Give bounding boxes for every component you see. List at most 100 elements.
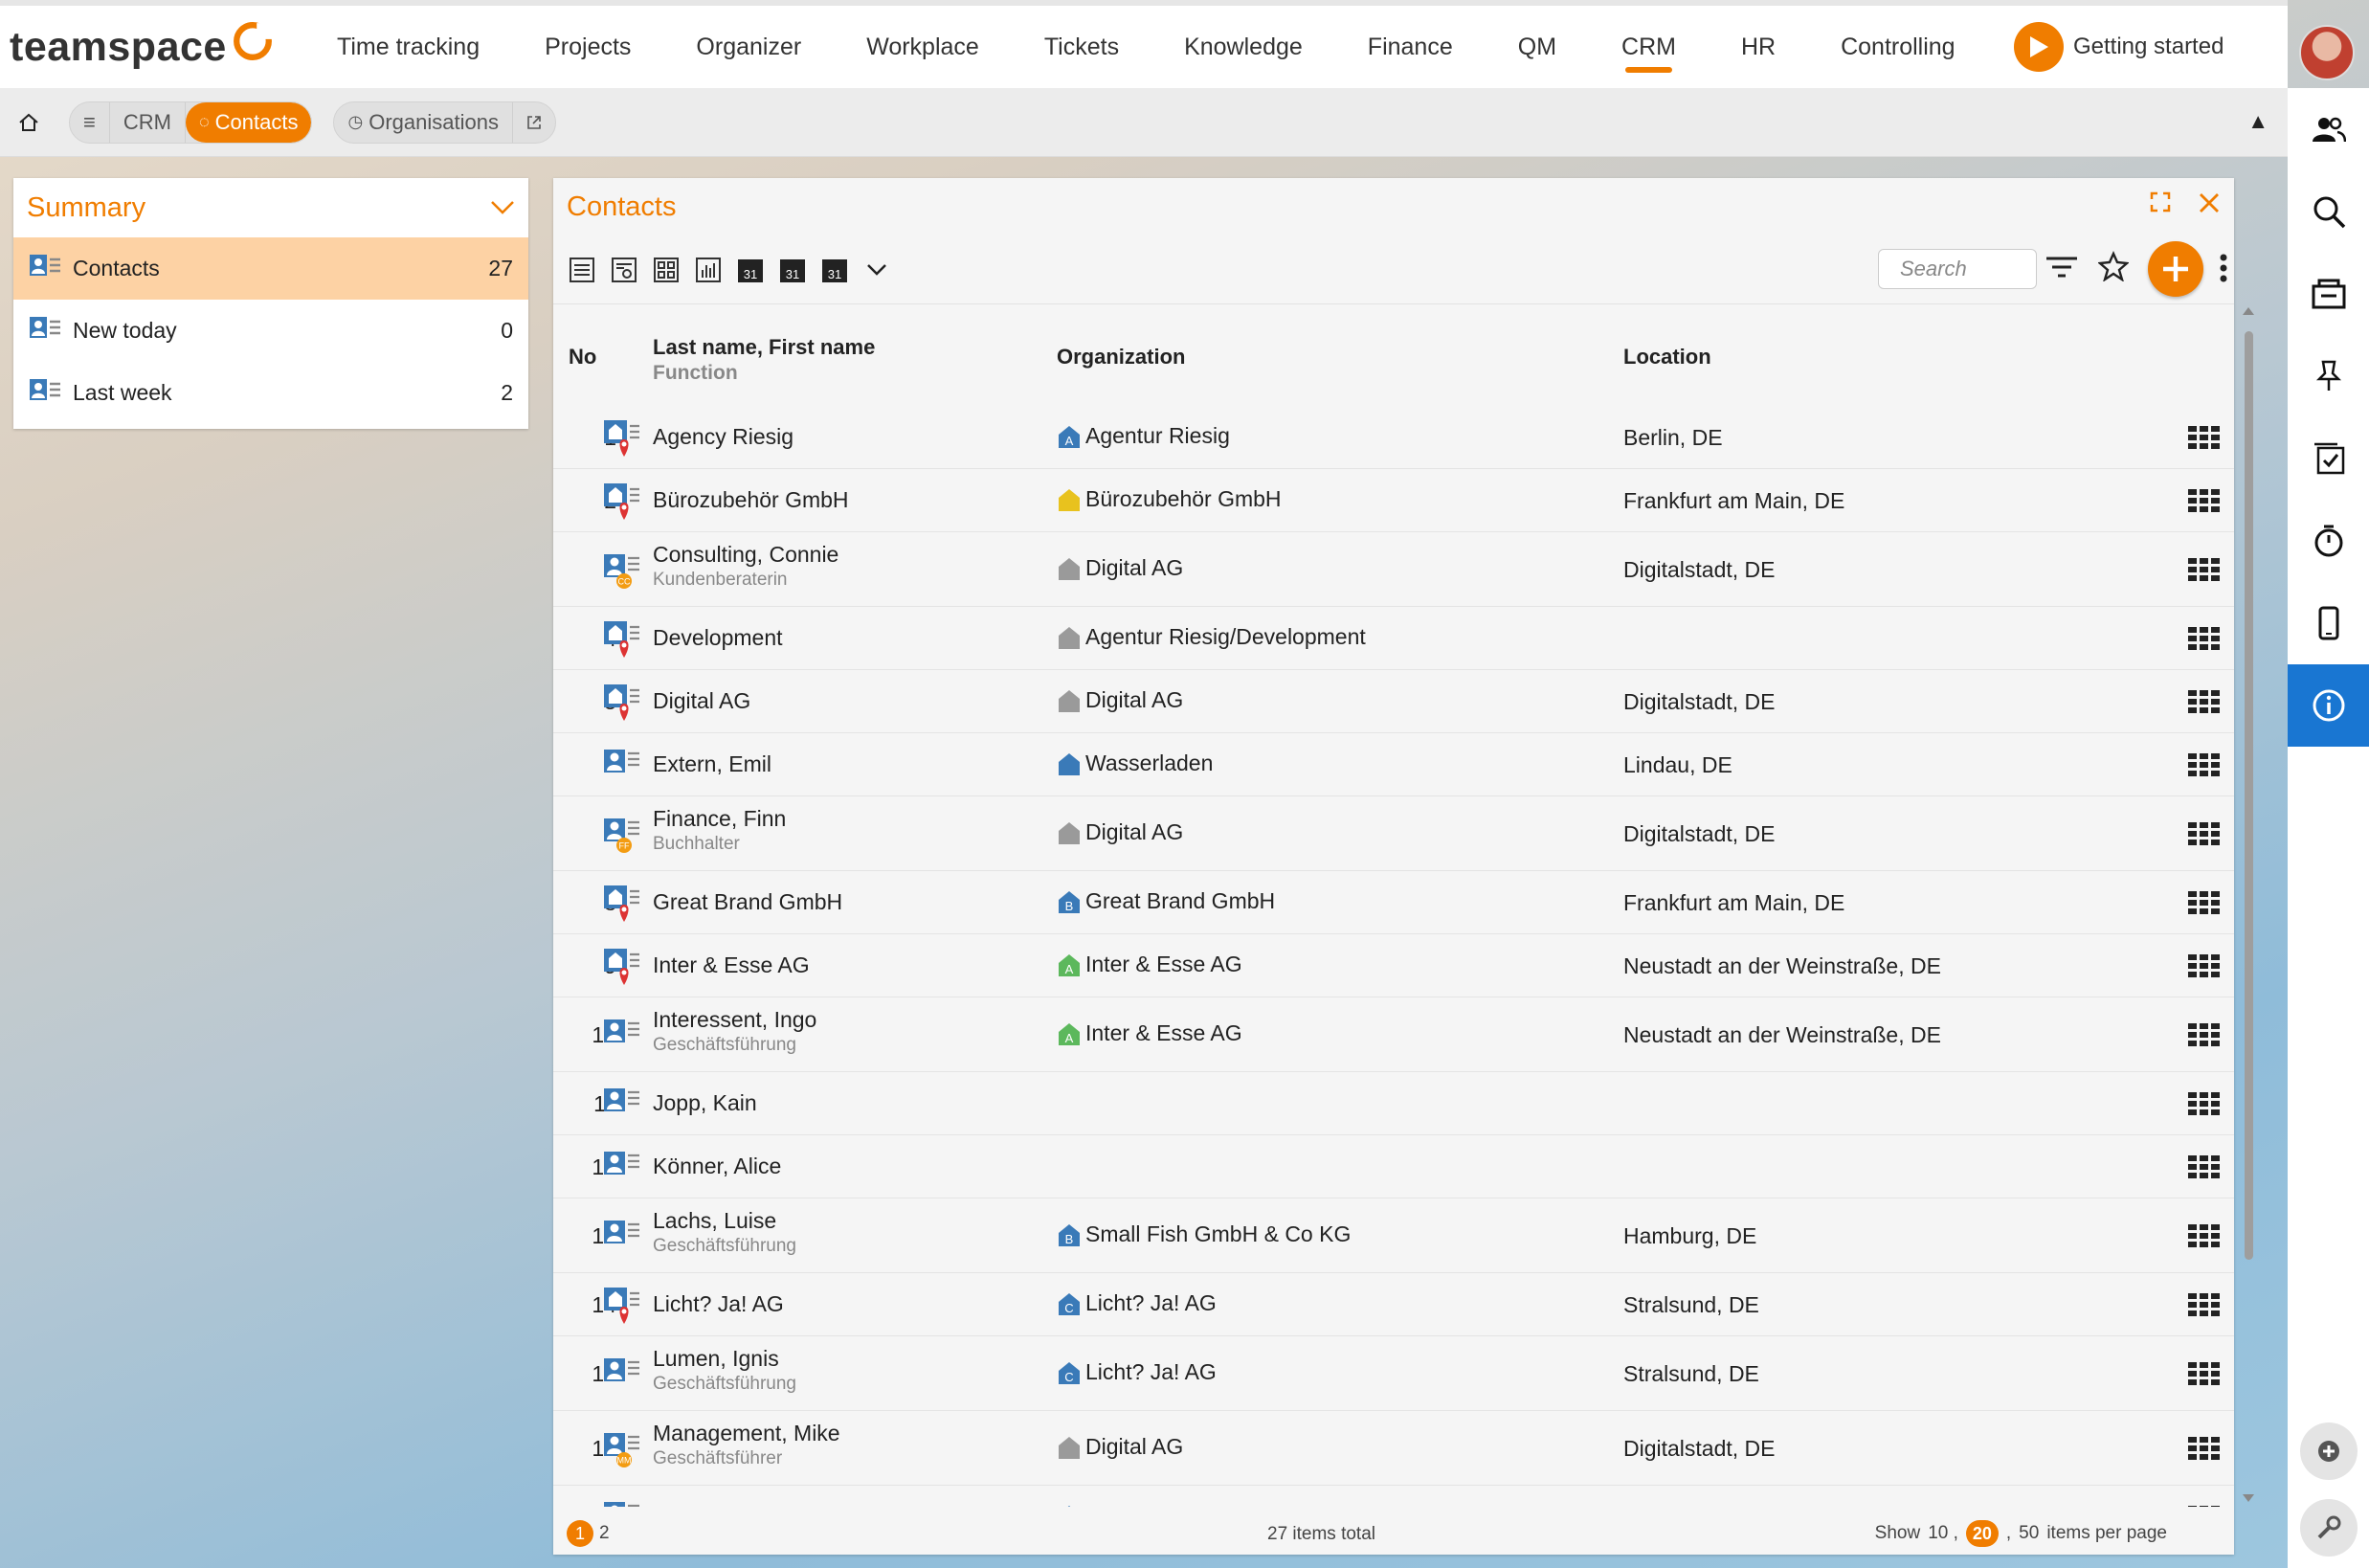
- row-menu-grid-icon[interactable]: [2188, 1155, 2221, 1180]
- add-contact-button[interactable]: [2148, 241, 2203, 297]
- contact-organization[interactable]: C Licht? Ja! AG: [1057, 1359, 1217, 1385]
- row-menu-grid-icon[interactable]: [2188, 690, 2221, 715]
- table-row[interactable]: 17Marke, MariaBGreat Brand GmbHFrankfurt…: [553, 1486, 2234, 1507]
- column-header-location[interactable]: Location: [1623, 345, 1711, 370]
- contact-organization[interactable]: Bürozubehör GmbH: [1057, 486, 1282, 512]
- contact-name[interactable]: Licht? Ja! AG: [653, 1291, 784, 1317]
- external-link-icon[interactable]: [513, 102, 555, 143]
- tab-organisations[interactable]: ◷ Organisations: [334, 101, 513, 143]
- table-row[interactable]: 1Agency RiesigAAgentur RiesigBerlin, DE: [553, 406, 2234, 469]
- summary-item-contacts[interactable]: Contacts 27: [13, 237, 528, 300]
- row-menu-grid-icon[interactable]: [2188, 954, 2221, 979]
- tile-view-icon[interactable]: [651, 255, 682, 285]
- contact-name[interactable]: Bürozubehör GmbH: [653, 487, 849, 513]
- page-current[interactable]: 1: [567, 1520, 593, 1547]
- nav-workplace[interactable]: Workplace: [866, 6, 979, 88]
- contact-name[interactable]: Lumen, Ignis Geschäftsführung: [653, 1346, 796, 1395]
- close-icon[interactable]: [2198, 191, 2221, 214]
- contact-organization[interactable]: Digital AG: [1057, 555, 1183, 581]
- chevron-down-icon[interactable]: [861, 255, 892, 285]
- contact-organization[interactable]: B Great Brand GmbH: [1057, 888, 1275, 914]
- contact-organization[interactable]: Wasserladen: [1057, 750, 1213, 776]
- task-checklist-icon[interactable]: [2288, 417, 2369, 500]
- row-menu-grid-icon[interactable]: [2188, 1092, 2221, 1117]
- contact-organization[interactable]: C Licht? Ja! AG: [1057, 1290, 1217, 1316]
- calendar-day-icon[interactable]: 31: [735, 255, 766, 285]
- table-row[interactable]: 15Lumen, IgnisGeschäftsführungCLicht? Ja…: [553, 1336, 2234, 1411]
- contact-name[interactable]: Lachs, Luise Geschäftsführung: [653, 1208, 796, 1257]
- table-row[interactable]: 12Könner, Alice: [553, 1135, 2234, 1198]
- nav-knowledge[interactable]: Knowledge: [1184, 6, 1303, 88]
- scrollbar-thumb[interactable]: [2245, 331, 2253, 1260]
- table-row[interactable]: 5Digital AGDigital AGDigitalstadt, DE: [553, 670, 2234, 733]
- nav-projects[interactable]: Projects: [545, 6, 631, 88]
- more-vertical-icon[interactable]: [2219, 253, 2228, 283]
- scroll-up-icon[interactable]: [2242, 306, 2255, 316]
- table-row[interactable]: 3CCConsulting, ConnieKundenberaterinDigi…: [553, 532, 2234, 607]
- search-icon[interactable]: [2288, 170, 2369, 253]
- settings-button[interactable]: [2288, 1499, 2369, 1557]
- column-header-name[interactable]: Last name, First name Function: [653, 335, 875, 385]
- contact-organization[interactable]: Agentur Riesig/Development: [1057, 624, 1366, 650]
- summary-item-last-week[interactable]: Last week 2: [13, 362, 528, 424]
- row-menu-grid-icon[interactable]: [2188, 1362, 2221, 1387]
- filter-icon[interactable]: [2045, 255, 2079, 281]
- row-menu-grid-icon[interactable]: [2188, 426, 2221, 451]
- contact-organization[interactable]: A Inter & Esse AG: [1057, 952, 1242, 977]
- table-row[interactable]: 7FFFinance, FinnBuchhalterDigital AGDigi…: [553, 796, 2234, 871]
- calendar-month-icon[interactable]: 31: [819, 255, 850, 285]
- contact-name[interactable]: Interessent, Ingo Geschäftsführung: [653, 1007, 816, 1056]
- row-menu-grid-icon[interactable]: [2188, 1224, 2221, 1249]
- teamspace-logo[interactable]: teamspace: [10, 22, 325, 71]
- calendar-week-icon[interactable]: 31: [777, 255, 808, 285]
- breadcrumb-crm[interactable]: CRM: [110, 101, 186, 143]
- nav-time-tracking[interactable]: Time tracking: [337, 6, 480, 88]
- row-menu-grid-icon[interactable]: [2188, 1437, 2221, 1462]
- column-header-organization[interactable]: Organization: [1057, 345, 1185, 370]
- user-avatar[interactable]: [2299, 25, 2355, 80]
- row-menu-grid-icon[interactable]: [2188, 1506, 2221, 1507]
- collapse-arrow-icon[interactable]: ▲: [2247, 109, 2268, 134]
- add-widget-button[interactable]: [2288, 1422, 2369, 1480]
- detail-view-icon[interactable]: [609, 255, 639, 285]
- list-view-icon[interactable]: [567, 255, 597, 285]
- hamburger-icon[interactable]: ≡: [70, 101, 110, 143]
- nav-crm[interactable]: CRM: [1621, 6, 1676, 88]
- home-icon[interactable]: [11, 105, 46, 140]
- contact-name[interactable]: Marke, Maria: [653, 1504, 781, 1507]
- contact-name[interactable]: Great Brand GmbH: [653, 889, 842, 915]
- chevron-down-icon[interactable]: [490, 200, 515, 215]
- contact-name[interactable]: Könner, Alice: [653, 1154, 781, 1179]
- row-menu-grid-icon[interactable]: [2188, 1293, 2221, 1318]
- contact-organization[interactable]: B Small Fish GmbH & Co KG: [1057, 1221, 1351, 1247]
- nav-organizer[interactable]: Organizer: [696, 6, 801, 88]
- summary-item-new-today[interactable]: New today 0: [13, 300, 528, 362]
- scroll-down-icon[interactable]: [2242, 1493, 2255, 1503]
- contact-organization[interactable]: Digital AG: [1057, 819, 1183, 845]
- table-row[interactable]: 6Extern, EmilWasserladenLindau, DE: [553, 733, 2234, 796]
- table-row[interactable]: 11Jopp, Kain: [553, 1072, 2234, 1135]
- row-menu-grid-icon[interactable]: [2188, 558, 2221, 583]
- contact-name[interactable]: Consulting, Connie Kundenberaterin: [653, 542, 838, 591]
- mobile-phone-icon[interactable]: [2288, 582, 2369, 664]
- nav-qm[interactable]: QM: [1518, 6, 1556, 88]
- row-menu-grid-icon[interactable]: [2188, 822, 2221, 847]
- info-icon[interactable]: [2288, 664, 2369, 747]
- chart-view-icon[interactable]: [693, 255, 724, 285]
- getting-started-button[interactable]: Getting started: [2014, 6, 2224, 88]
- table-row[interactable]: 2Bürozubehör GmbHBürozubehör GmbHFrankfu…: [553, 469, 2234, 532]
- contact-organization[interactable]: Digital AG: [1057, 1434, 1183, 1460]
- nav-finance[interactable]: Finance: [1368, 6, 1453, 88]
- contacts-people-icon[interactable]: [2288, 88, 2369, 170]
- row-menu-grid-icon[interactable]: [2188, 627, 2221, 652]
- per-page-50[interactable]: 50: [2019, 1523, 2039, 1544]
- nav-hr[interactable]: HR: [1741, 6, 1776, 88]
- table-row[interactable]: 4DevelopmentAgentur Riesig/Development: [553, 607, 2234, 670]
- search-input[interactable]: Search: [1878, 249, 2037, 289]
- row-menu-grid-icon[interactable]: [2188, 891, 2221, 916]
- summary-header[interactable]: Summary: [13, 178, 528, 237]
- star-icon[interactable]: [2098, 251, 2129, 281]
- nav-controlling[interactable]: Controlling: [1841, 6, 1956, 88]
- contact-organization[interactable]: A Inter & Esse AG: [1057, 1020, 1242, 1046]
- table-row[interactable]: 9Inter & Esse AGAInter & Esse AGNeustadt…: [553, 934, 2234, 997]
